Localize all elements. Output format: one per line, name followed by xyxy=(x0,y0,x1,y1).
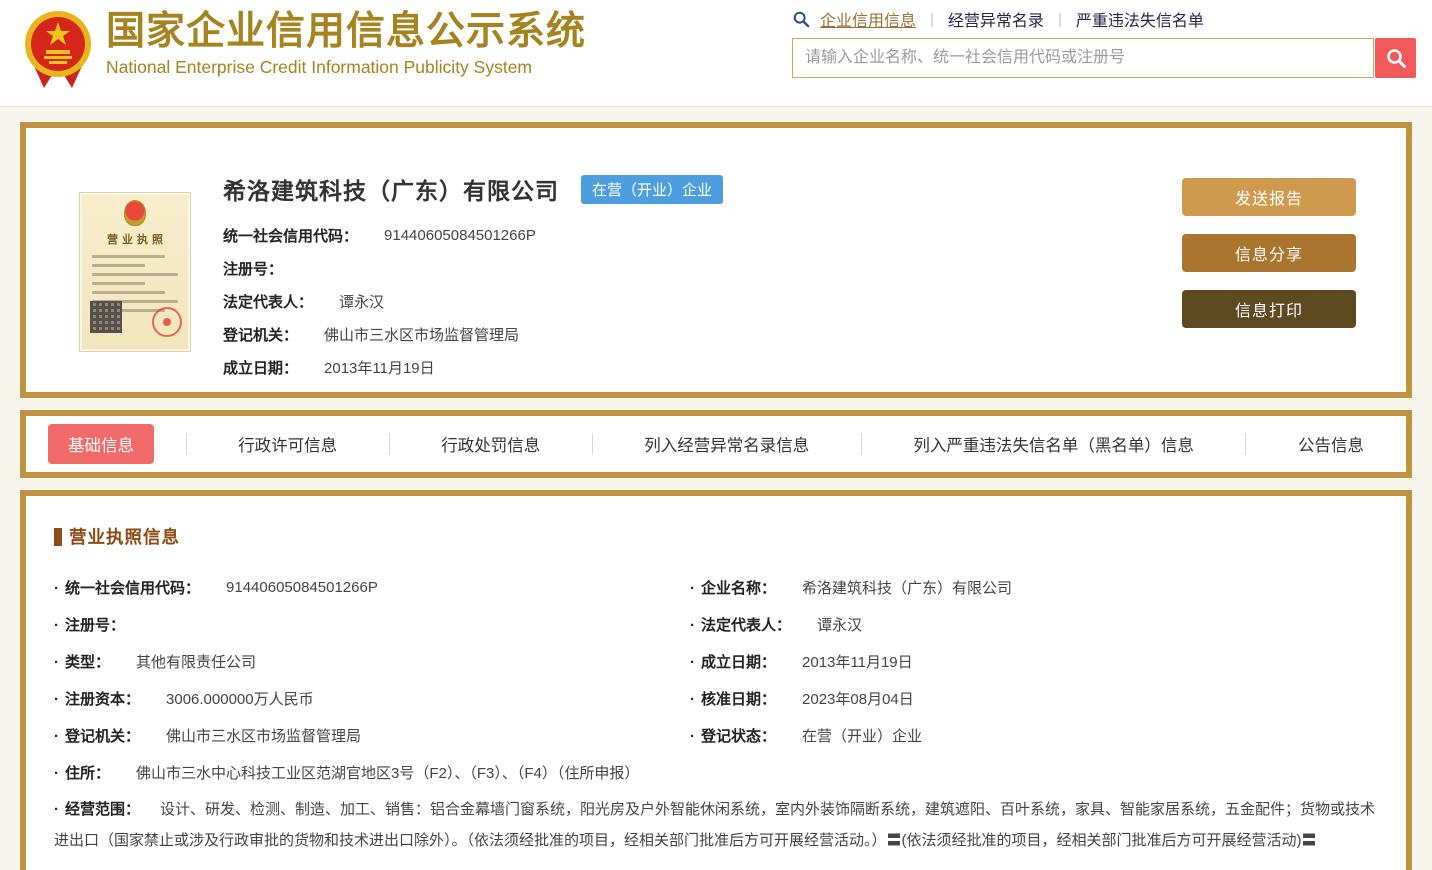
detail-registration-status: 登记状态： 在营（开业）企业 xyxy=(690,717,1380,754)
site-header: 国家企业信用信息公示系统 National Enterprise Credit … xyxy=(0,0,1432,107)
tab-administrative-licensing[interactable]: 行政许可信息 xyxy=(218,424,357,464)
status-badge: 在营（开业）企业 xyxy=(581,174,724,204)
summary-field-legal-rep: 法定代表人： 谭永汉 xyxy=(223,294,385,311)
summary-field-establish-date: 成立日期： 2013年11月19日 xyxy=(223,360,435,377)
search-bar xyxy=(792,38,1416,78)
detail-business-scope: 经营范围：设计、研发、检测、制造、加工、销售：铝合金幕墙门窗系统，阳光房及户外智… xyxy=(54,794,1380,856)
search-icon xyxy=(793,11,810,28)
tab-announcements[interactable]: 公告信息 xyxy=(1278,424,1384,464)
license-qr-code xyxy=(90,301,122,333)
license-red-seal xyxy=(152,307,182,337)
nav-link-enterprise-credit[interactable]: 企业信用信息 xyxy=(820,7,916,31)
tab-separator xyxy=(1245,433,1247,455)
summary-field-credit-code: 统一社会信用代码： 91440605084501266P xyxy=(223,227,536,245)
info-print-button[interactable]: 信息打印 xyxy=(1182,290,1356,328)
nav-separator: | xyxy=(1057,10,1062,28)
national-emblem-logo xyxy=(25,11,91,88)
nav-separator: | xyxy=(930,10,934,28)
detail-credit-code: 统一社会信用代码： 91440605084501266P xyxy=(54,569,690,606)
company-summary-card: 营业执照 希洛建筑科技（广东）有限公司 在营（开业）企业 统一社会信用代码： 9… xyxy=(20,122,1412,398)
tab-basic-info[interactable]: 基础信息 xyxy=(48,424,154,464)
license-emblem-icon xyxy=(124,200,146,226)
site-title-en: National Enterprise Credit Information P… xyxy=(106,56,533,77)
company-actions: 发送报告 信息分享 信息打印 xyxy=(1182,178,1356,328)
detail-establish-date: 成立日期： 2013年11月19日 xyxy=(690,643,1380,680)
tab-separator xyxy=(388,433,390,455)
tab-separator xyxy=(591,433,593,455)
company-name: 希洛建筑科技（广东）有限公司 xyxy=(223,178,559,204)
tab-separator xyxy=(860,433,862,455)
tabs-card: 基础信息 行政许可信息 行政处罚信息 列入经营异常名录信息 列入严重违法失信名单… xyxy=(20,410,1412,478)
section-title: 营业执照信息 xyxy=(69,527,180,547)
tab-separator xyxy=(185,433,187,455)
license-thumbnail-title: 营业执照 xyxy=(107,234,167,246)
site-title-cn: 国家企业信用信息公示系统 xyxy=(106,10,587,53)
summary-field-reg-number: 注册号： xyxy=(223,261,284,278)
business-license-thumbnail[interactable]: 营业执照 xyxy=(79,192,191,352)
detail-legal-rep: 法定代表人： 谭永汉 xyxy=(690,606,1380,643)
tabs-row: 基础信息 行政许可信息 行政处罚信息 列入经营异常名录信息 列入严重违法失信名单… xyxy=(48,424,1384,464)
tab-serious-violations-blacklist[interactable]: 列入严重违法失信名单（黑名单）信息 xyxy=(893,424,1214,464)
tab-administrative-penalty[interactable]: 行政处罚信息 xyxy=(421,424,560,464)
license-detail-card: 营业执照信息 统一社会信用代码： 91440605084501266P 企业名称… xyxy=(20,490,1412,870)
send-report-button[interactable]: 发送报告 xyxy=(1182,178,1356,216)
license-detail-grid: 统一社会信用代码： 91440605084501266P 企业名称： 希洛建筑科… xyxy=(54,569,1380,856)
company-info: 希洛建筑科技（广东）有限公司 在营（开业）企业 统一社会信用代码： 914406… xyxy=(223,172,1172,384)
brand: 国家企业信用信息公示系统 National Enterprise Credit … xyxy=(24,0,586,106)
nav-link-abnormal-operations[interactable]: 经营异常名录 xyxy=(948,7,1044,31)
detail-reg-number: 注册号： xyxy=(54,606,690,643)
search-input[interactable] xyxy=(792,38,1374,78)
detail-approval-date: 核准日期： 2023年08月04日 xyxy=(690,680,1380,717)
summary-field-reg-authority: 登记机关： 佛山市三水区市场监督管理局 xyxy=(223,327,520,344)
page-body: 营业执照 希洛建筑科技（广东）有限公司 在营（开业）企业 统一社会信用代码： 9… xyxy=(0,107,1432,870)
detail-company-type: 类型： 其他有限责任公司 xyxy=(54,643,690,680)
header-right: 企业信用信息 | 经营异常名录 | 严重违法失信名单 xyxy=(792,0,1416,106)
detail-reg-authority: 登记机关： 佛山市三水区市场监督管理局 xyxy=(54,717,690,754)
nav-link-serious-violations[interactable]: 严重违法失信名单 xyxy=(1076,7,1204,31)
brand-titles: 国家企业信用信息公示系统 National Enterprise Credit … xyxy=(106,8,586,78)
info-share-button[interactable]: 信息分享 xyxy=(1182,234,1356,272)
tab-abnormal-operations-list[interactable]: 列入经营异常名录信息 xyxy=(624,424,829,464)
detail-company-name: 企业名称： 希洛建筑科技（广东）有限公司 xyxy=(690,569,1380,606)
summary-fields: 统一社会信用代码： 91440605084501266P 注册号： 法定代表人：… xyxy=(223,219,1172,384)
top-nav: 企业信用信息 | 经营异常名录 | 严重违法失信名单 xyxy=(792,7,1416,31)
section-header: 营业执照信息 xyxy=(54,524,1380,549)
search-button[interactable] xyxy=(1375,38,1416,78)
detail-registered-capital: 注册资本： 3006.000000万人民币 xyxy=(54,680,690,717)
detail-address: 住所： 佛山市三水中心科技工业区范湖官地区3号（F2）、（F3）、（F4）（住所… xyxy=(54,754,1380,791)
search-button-icon xyxy=(1386,49,1406,68)
section-bar-icon xyxy=(54,527,62,546)
